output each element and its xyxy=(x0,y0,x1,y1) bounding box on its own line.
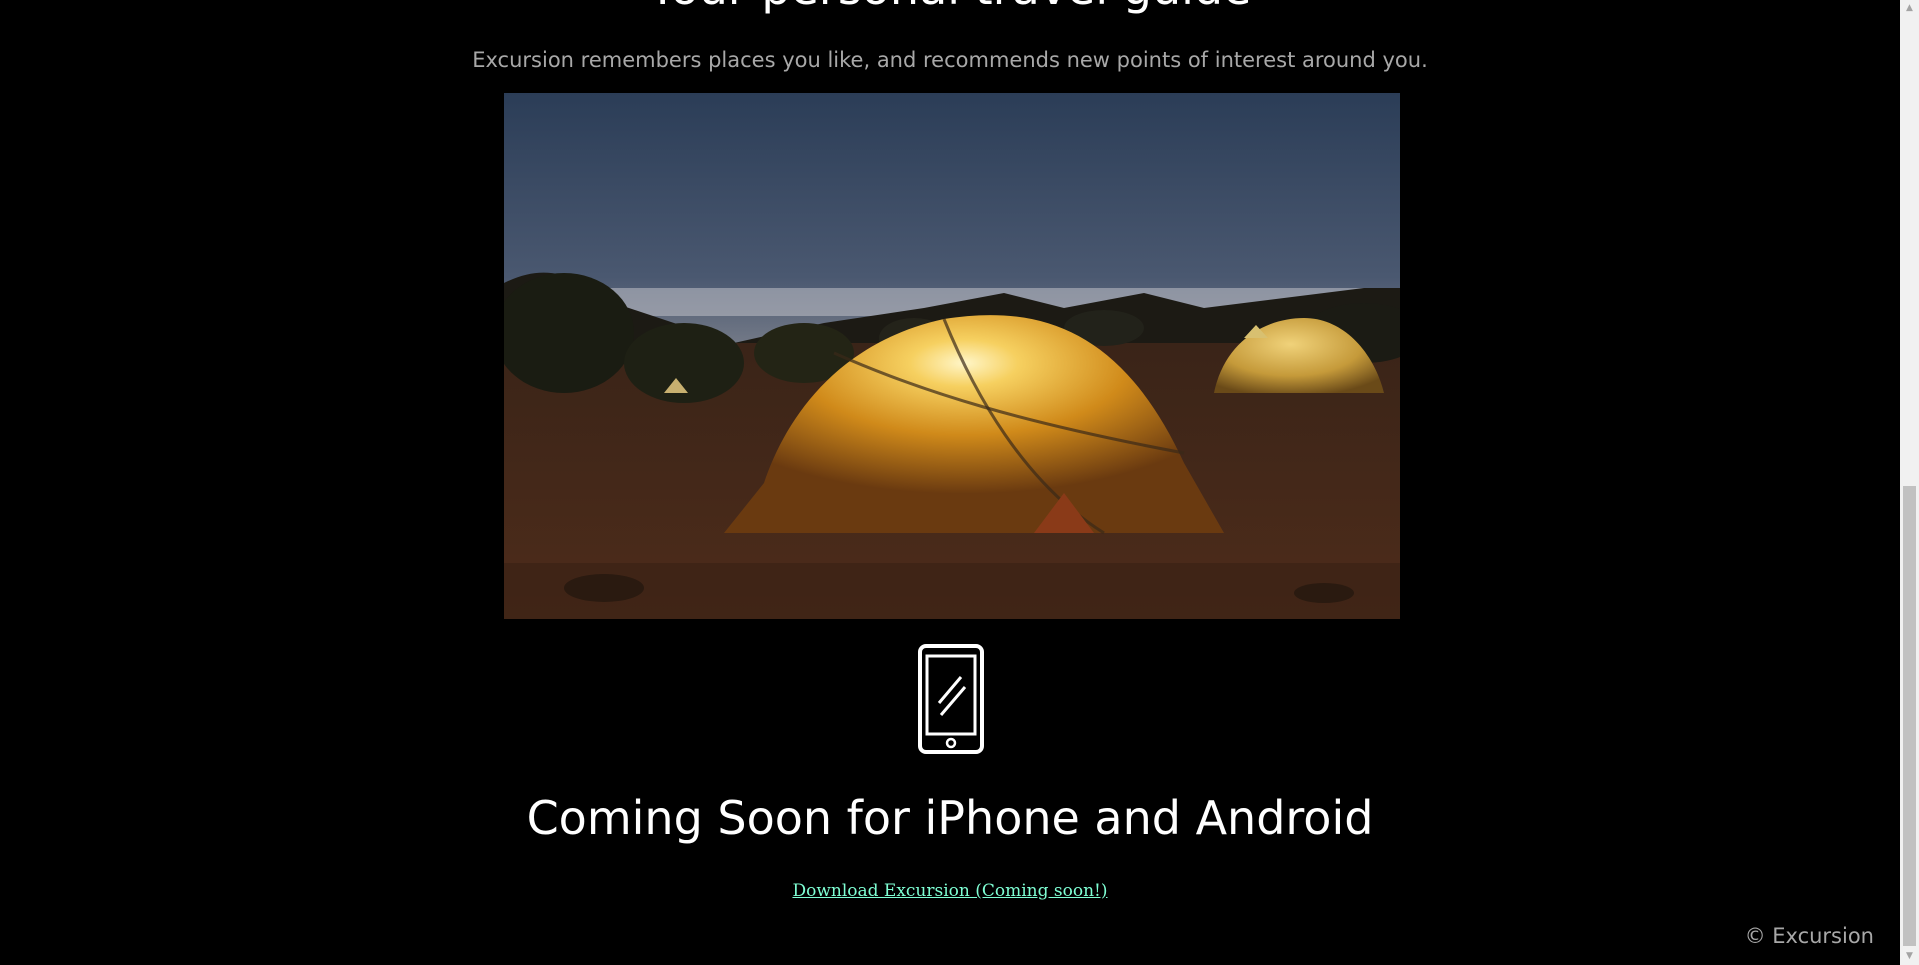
hero-image xyxy=(504,93,1400,619)
smartphone-icon xyxy=(918,644,984,754)
hero-title: Your personal travel guide xyxy=(0,0,1900,11)
page: Your personal travel guide Excursion rem… xyxy=(0,0,1900,965)
download-link-wrapper: Download Excursion (Coming soon!) xyxy=(0,880,1900,902)
tagline: Excursion remembers places you like, and… xyxy=(472,48,1428,72)
copyright: © Excursion xyxy=(1744,924,1874,948)
download-link[interactable]: Download Excursion (Coming soon!) xyxy=(792,881,1107,901)
scroll-up-icon[interactable]: ▲ xyxy=(1900,0,1919,17)
vertical-scrollbar[interactable]: ▲ ▼ xyxy=(1900,0,1919,965)
scrollbar-thumb[interactable] xyxy=(1903,486,1916,946)
coming-soon-heading: Coming Soon for iPhone and Android xyxy=(526,791,1374,845)
scroll-down-icon[interactable]: ▼ xyxy=(1900,948,1919,965)
